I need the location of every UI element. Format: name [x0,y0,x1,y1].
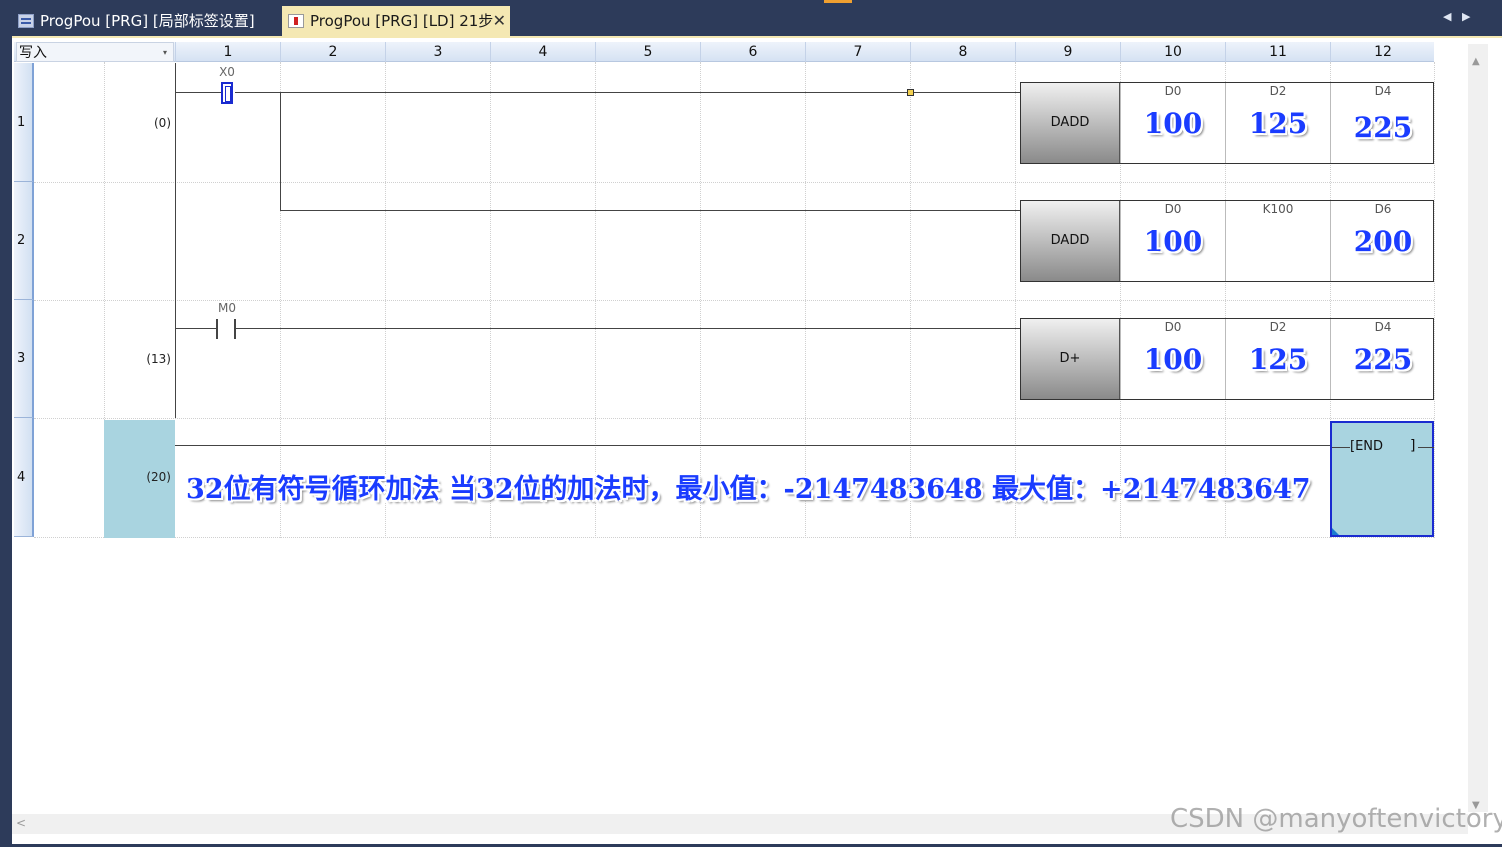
scroll-tabs-left-icon[interactable]: ◀ [1443,10,1451,23]
step-number: (0) [154,116,171,130]
operand-label: D4 [1374,320,1392,334]
instruction-block-dplus[interactable]: D+ D0 100 D2 125 D4 225 [1020,318,1434,400]
column-header-row: 写入 ▾ 1 2 3 4 5 6 7 8 9 10 11 12 [14,42,1434,62]
instruction-name: DADD [1021,201,1120,281]
annotation-comment: 32位有符号循环加法 当32位的加法时，最小值：-2147483648 最大值：… [186,474,1311,505]
contact-x0-selected[interactable] [221,82,233,104]
operand-cell[interactable]: D2 125 [1225,83,1330,163]
contact-m0-left[interactable] [216,319,218,339]
chevron-down-icon: ▾ [162,48,167,57]
column-header: 4 [490,42,595,62]
ladder-editor[interactable]: 写入 ▾ 1 2 3 4 5 6 7 8 9 10 11 12 1 2 3 4 … [12,36,1502,844]
column-header: 6 [700,42,805,62]
operand-value: 225 [1353,111,1413,144]
tab-label: ProgPou [PRG] [LD] 21步 [310,12,494,30]
operand-value: 225 [1353,343,1413,376]
scroll-up-icon[interactable]: ▲ [1472,56,1480,67]
column-header: 9 [1015,42,1120,62]
instruction-block-dadd-1[interactable]: DADD D0 100 D2 125 D4 225 [1020,82,1434,164]
operand-cell[interactable]: D0 100 [1120,319,1225,399]
wire [280,210,1020,211]
row-header-2[interactable]: 2 [14,182,34,300]
operand-cell[interactable]: D0 100 [1120,83,1225,163]
contact-label-x0: X0 [219,65,235,79]
column-header: 8 [910,42,1015,62]
end-instruction-cell[interactable]: [END ] [1330,421,1434,537]
ladder-program-icon [288,14,304,28]
instruction-block-dadd-2[interactable]: DADD D0 100 K100 D6 200 [1020,200,1434,282]
operand-cell[interactable]: D2 125 [1225,319,1330,399]
column-header: 10 [1120,42,1225,62]
wire [175,328,217,329]
contact-label-m0: M0 [218,301,236,315]
scroll-tabs-right-icon[interactable]: ▶ [1462,10,1470,23]
operand-cell[interactable]: K100 [1225,201,1330,281]
operand-cell[interactable]: D0 100 [1120,201,1225,281]
left-bus-bar [175,63,176,418]
mode-selector[interactable]: 写入 ▾ [16,42,174,62]
column-header: 12 [1330,42,1435,62]
instruction-name: D+ [1021,319,1120,399]
label-table-icon [18,14,34,28]
column-header: 3 [385,42,490,62]
operand-label: D0 [1164,320,1182,334]
operand-value: 125 [1248,343,1308,376]
operand-cell[interactable]: D4 225 [1330,83,1435,163]
operand-value: 125 [1248,107,1308,140]
column-header: 5 [595,42,700,62]
operand-label: D4 [1374,84,1392,98]
mode-label: 写入 [19,45,47,61]
grid-line [34,537,1434,538]
step-number: (13) [146,352,171,366]
row-header-1[interactable]: 1 [14,63,34,182]
operand-label: D2 [1269,320,1287,334]
column-header: 7 [805,42,910,62]
wire [175,92,221,93]
grid-line [34,182,1434,183]
operand-label: D0 [1164,202,1182,216]
wire [280,92,281,210]
row-header-4[interactable]: 4 [14,418,34,537]
ladder-grid: 写入 ▾ 1 2 3 4 5 6 7 8 9 10 11 12 1 2 3 4 … [14,42,1435,538]
scroll-left-icon[interactable]: < [16,816,26,830]
app-window: ProgPou [PRG] [局部标签设置] ProgPou [PRG] [LD… [0,0,1502,847]
close-icon[interactable]: ✕ [493,6,506,36]
wire-junction[interactable] [907,89,914,96]
operand-value: 200 [1353,225,1413,258]
wire [175,445,1330,446]
cursor-corner-icon [1332,528,1339,535]
tab-label: ProgPou [PRG] [局部标签设置] [40,12,255,30]
operand-label: D0 [1164,84,1182,98]
tab-bar: ProgPou [PRG] [局部标签设置] ProgPou [PRG] [LD… [0,0,1502,36]
tab-local-label-settings[interactable]: ProgPou [PRG] [局部标签设置] [12,6,280,36]
row-header-3[interactable]: 3 [14,300,34,418]
contact-m0-right[interactable] [234,319,236,339]
end-bracket: ] [1410,438,1416,454]
step-number: (20) [146,470,171,484]
end-instruction: [END [1350,439,1384,454]
wire [236,328,1020,329]
operand-cell[interactable]: D4 225 [1330,319,1435,399]
operand-cell[interactable]: D6 200 [1330,201,1435,281]
wire [1332,447,1350,448]
instruction-name: DADD [1021,83,1120,163]
grid-line [34,418,1434,419]
watermark: CSDN @manyoftenvictory [1170,804,1502,834]
wire [235,92,1020,93]
operand-value: 100 [1143,107,1203,140]
operand-value: 100 [1143,343,1203,376]
operand-label: D2 [1269,84,1287,98]
column-header: 2 [280,42,385,62]
column-header: 11 [1225,42,1330,62]
operand-label: K100 [1262,202,1294,216]
vertical-scrollbar[interactable]: ▲ ▼ [1468,44,1488,812]
operand-label: D6 [1374,202,1392,216]
tab-ladder-program[interactable]: ProgPou [PRG] [LD] 21步 ✕ [282,6,510,36]
toolbar-marker [824,0,852,3]
column-header: 1 [175,42,280,62]
operand-value: 100 [1143,225,1203,258]
wire [1418,447,1434,448]
